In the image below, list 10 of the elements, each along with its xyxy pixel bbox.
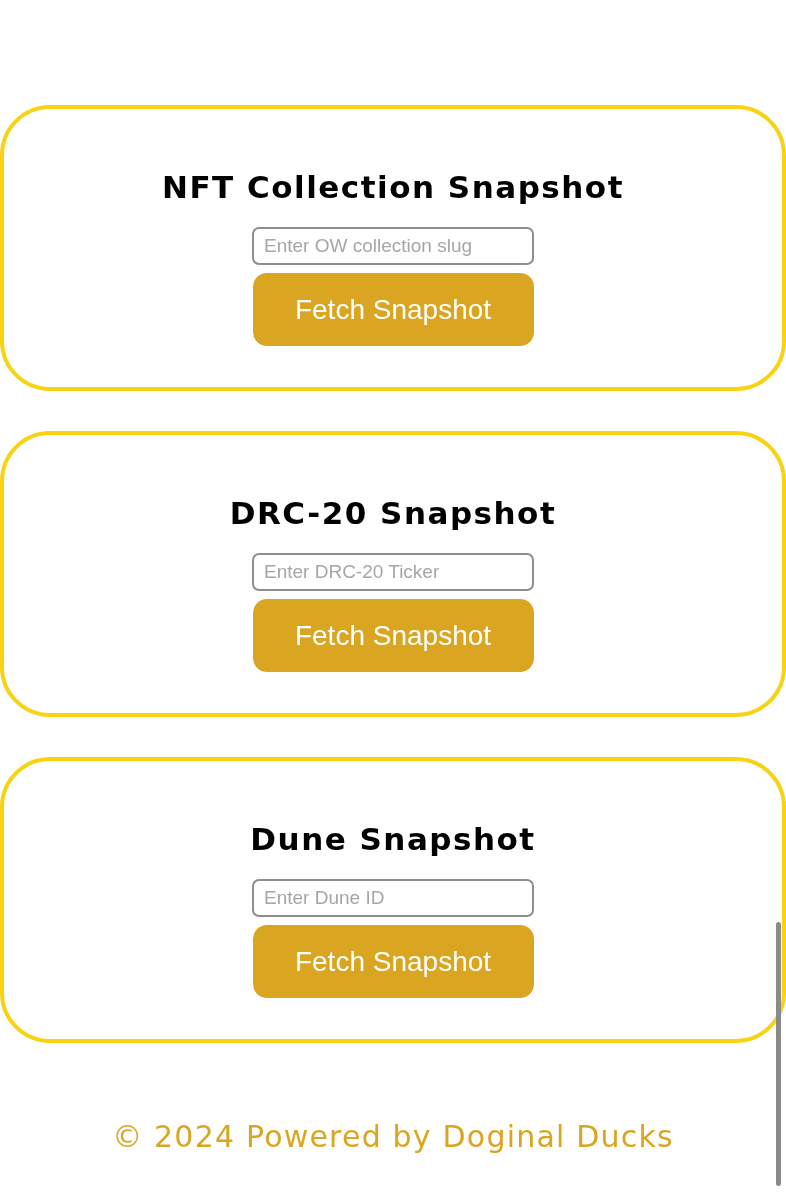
section-title: NFT Collection Snapshot <box>162 168 624 207</box>
input-field[interactable]: Enter Dune ID <box>252 879 534 917</box>
footer-text: © 2024 Powered by Doginal Ducks <box>112 1118 674 1156</box>
fetch-button[interactable]: Fetch Snapshot <box>252 925 534 998</box>
section-title: DRC-20 Snapshot <box>229 494 557 533</box>
fetch-button[interactable]: Fetch Snapshot <box>252 599 534 672</box>
fetch-button[interactable]: Fetch Snapshot <box>252 273 534 346</box>
input-field[interactable]: Enter OW collection slug <box>252 227 534 265</box>
section-title: Dune Snapshot <box>250 820 536 859</box>
input-field[interactable]: Enter DRC-20 Ticker <box>252 553 534 591</box>
